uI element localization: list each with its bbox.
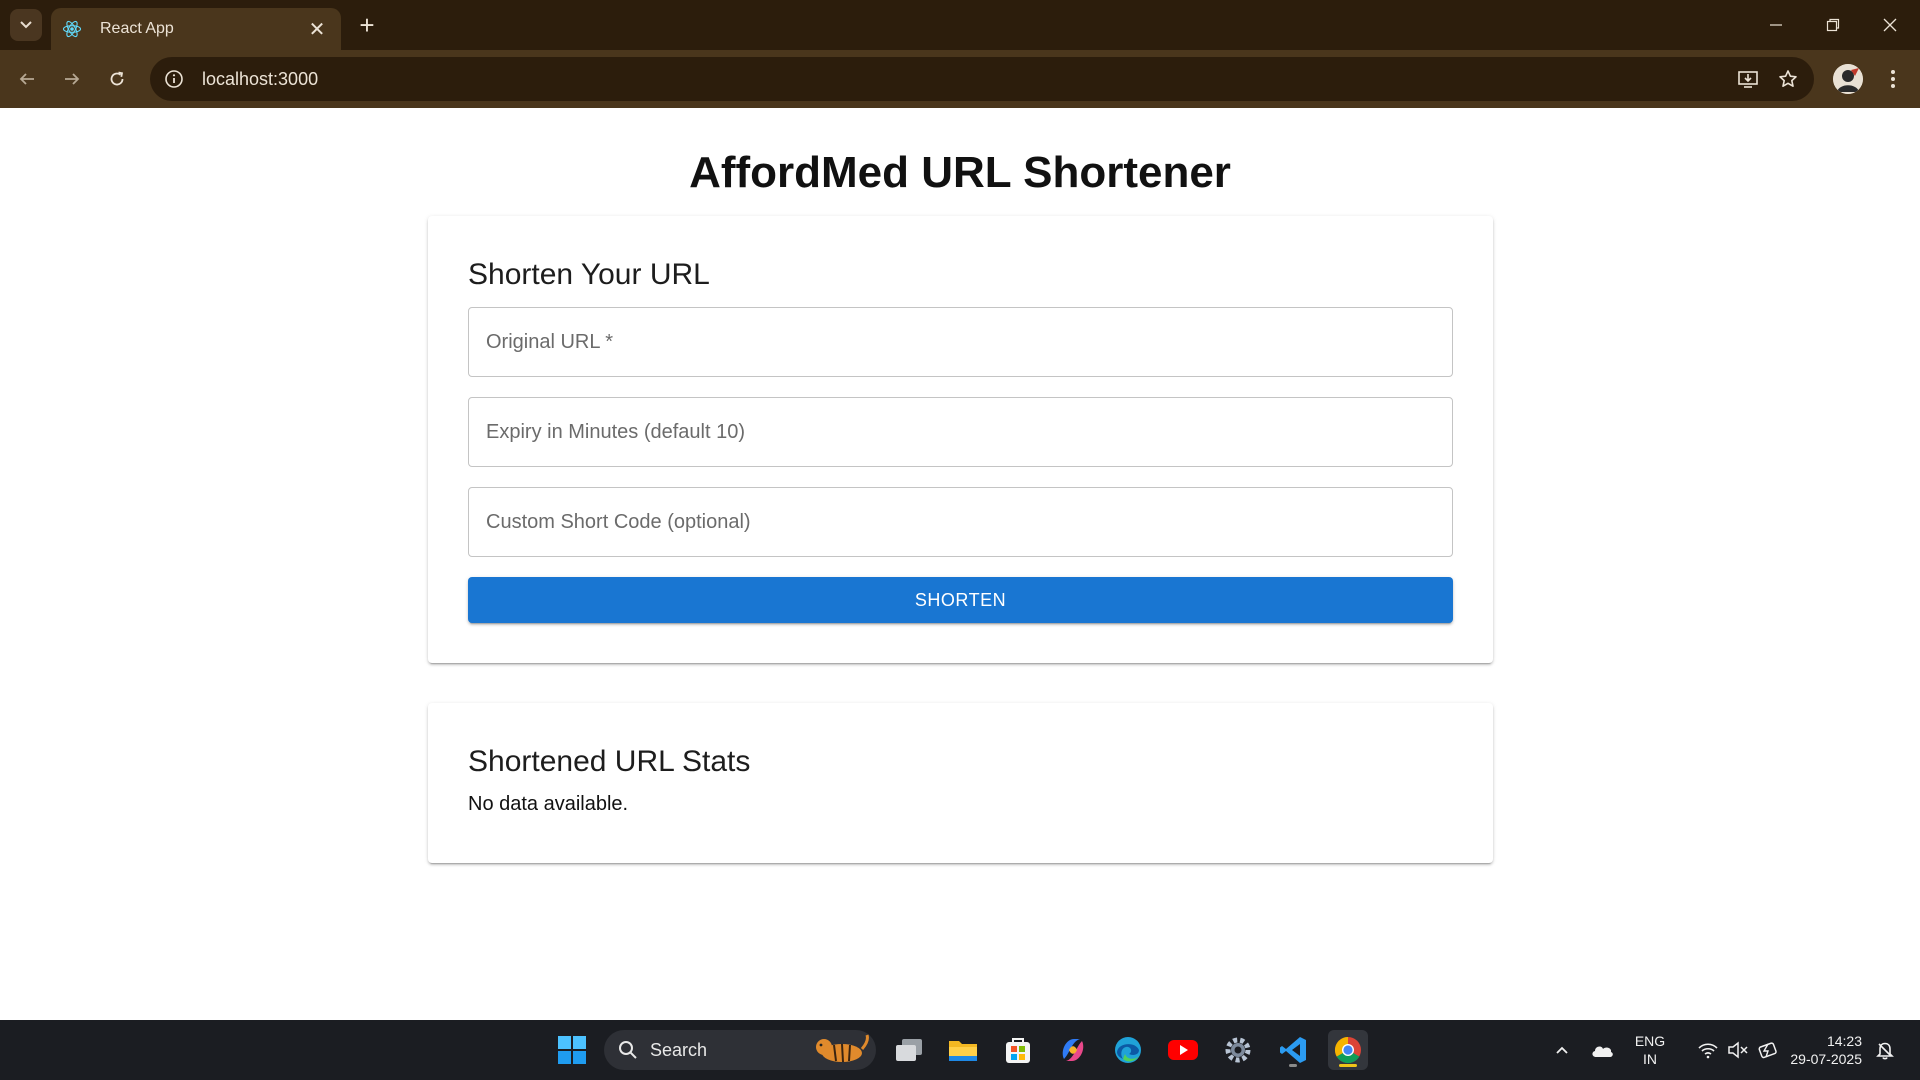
shorten-form-card: Shorten Your URL SHORTEN [428, 216, 1493, 663]
original-url-field [468, 307, 1453, 377]
youtube-icon[interactable] [1163, 1030, 1203, 1070]
stats-empty-message: No data available. [468, 793, 629, 815]
browser-toolbar: localhost:3000 [0, 50, 1920, 108]
bookmark-star-icon[interactable] [1768, 59, 1808, 99]
copilot-icon[interactable] [1053, 1030, 1093, 1070]
more-menu-icon[interactable] [1878, 64, 1908, 94]
browser-titlebar: React App ✕ + [0, 0, 1920, 50]
taskbar-search-box[interactable]: Search [604, 1030, 876, 1070]
notifications-bell-icon[interactable] [1870, 1030, 1900, 1070]
tiger-search-highlight-icon [816, 1034, 869, 1063]
windows-start-icon[interactable] [552, 1030, 592, 1070]
stats-card: Shortened URL Stats No data available. [428, 703, 1493, 863]
region-code: IN [1643, 1051, 1657, 1067]
back-arrow-icon[interactable] [12, 64, 42, 94]
new-tab-button[interactable]: + [352, 10, 382, 40]
show-hidden-icons-chevron-up-icon[interactable] [1542, 1030, 1582, 1070]
browser-tab[interactable]: React App ✕ [51, 8, 341, 50]
form-heading: Shorten Your URL [468, 258, 710, 291]
expiry-minutes-input[interactable] [469, 398, 1452, 466]
site-info-icon[interactable] [156, 61, 192, 97]
input-language-indicator[interactable]: ENG IN [1628, 1032, 1672, 1068]
vscode-icon[interactable] [1273, 1030, 1313, 1070]
onedrive-cloud-icon[interactable] [1582, 1030, 1622, 1070]
edge-browser-icon[interactable] [1108, 1030, 1148, 1070]
custom-short-code-field [468, 487, 1453, 557]
forward-arrow-icon[interactable] [57, 64, 87, 94]
close-window-icon[interactable] [1870, 9, 1910, 41]
clock-date: 29-07-2025 [1790, 1051, 1862, 1067]
clock[interactable]: 14:23 29-07-2025 [1780, 1032, 1862, 1068]
chrome-icon[interactable] [1328, 1030, 1368, 1070]
restore-icon[interactable] [1813, 9, 1853, 41]
page-viewport: AffordMed URL Shortener Shorten Your URL… [0, 108, 1920, 1020]
url-text[interactable]: localhost:3000 [202, 69, 1728, 90]
page-title: AffordMed URL Shortener [689, 148, 1231, 197]
custom-short-code-input[interactable] [469, 488, 1452, 556]
wifi-icon [1698, 1043, 1718, 1059]
close-tab-icon[interactable]: ✕ [305, 17, 329, 42]
search-icon [619, 1041, 637, 1059]
microsoft-store-icon[interactable] [998, 1030, 1038, 1070]
shorten-button[interactable]: SHORTEN [468, 577, 1453, 623]
address-bar[interactable]: localhost:3000 [150, 57, 1814, 101]
expiry-minutes-field [468, 397, 1453, 467]
search-label: Search [650, 1039, 708, 1060]
profile-avatar[interactable] [1833, 64, 1863, 94]
tab-search-button[interactable] [10, 9, 42, 41]
vscode-running-indicator [1289, 1064, 1297, 1067]
chevron-down-icon [20, 21, 32, 29]
volume-muted-icon [1728, 1041, 1748, 1059]
tab-title: React App [100, 20, 174, 37]
install-app-icon[interactable] [1728, 59, 1768, 99]
file-explorer-icon[interactable] [943, 1030, 983, 1070]
task-view-icon[interactable] [889, 1030, 929, 1070]
battery-charging-icon [1758, 1042, 1777, 1059]
language-code: ENG [1634, 1033, 1666, 1049]
taskbar: Search ENG IN 14:23 29-07-2025 [0, 1020, 1920, 1080]
clock-time: 14:23 [1826, 1033, 1862, 1049]
reload-icon[interactable] [102, 64, 132, 94]
chrome-active-indicator [1339, 1064, 1357, 1067]
original-url-input[interactable] [469, 308, 1452, 376]
react-logo-icon [62, 19, 82, 39]
stats-heading: Shortened URL Stats [468, 745, 751, 778]
settings-gear-icon[interactable] [1218, 1030, 1258, 1070]
minimize-icon[interactable] [1756, 9, 1796, 41]
